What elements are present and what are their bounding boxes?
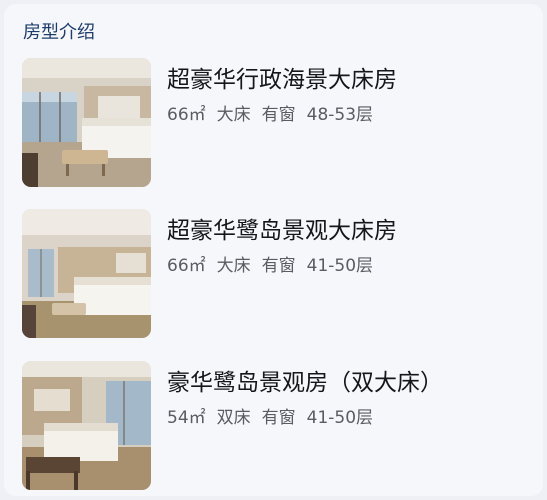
room-floors: 41-50层 [306,408,374,428]
room-floors: 41-50层 [306,256,374,276]
room-item[interactable]: 超豪华鹭岛景观大床房 66㎡ 大床 有窗 41-50层 [22,209,527,339]
room-photo [22,58,151,187]
room-area: 54㎡ [167,408,206,428]
room-item[interactable]: 豪华鹭岛景观房（双大床） 54㎡ 双床 有窗 41-50层 [22,361,527,491]
room-name: 超豪华鹭岛景观大床房 [167,218,397,244]
room-photo [22,209,151,338]
room-name: 超豪华行政海景大床房 [167,67,397,93]
room-window: 有窗 [261,105,296,125]
room-photo [22,361,151,490]
room-bed: 大床 [216,105,251,125]
room-item[interactable]: 超豪华行政海景大床房 66㎡ 大床 有窗 48-53层 [22,58,527,188]
room-name: 豪华鹭岛景观房（双大床） [167,370,443,396]
section-title: 房型介绍 [23,22,95,43]
room-window: 有窗 [261,408,296,428]
room-window: 有窗 [261,256,296,276]
room-bed: 双床 [216,408,251,428]
room-meta: 54㎡ 双床 有窗 41-50层 [167,406,373,430]
room-bed: 大床 [216,256,251,276]
room-area: 66㎡ [167,105,206,125]
room-types-card: 房型介绍 超豪华行政海景大床房 66㎡ 大床 有窗 48-53层 超豪华鹭岛景观… [4,4,543,496]
room-meta: 66㎡ 大床 有窗 48-53层 [167,103,373,127]
room-meta: 66㎡ 大床 有窗 41-50层 [167,254,373,278]
room-area: 66㎡ [167,256,206,276]
room-floors: 48-53层 [306,105,374,125]
